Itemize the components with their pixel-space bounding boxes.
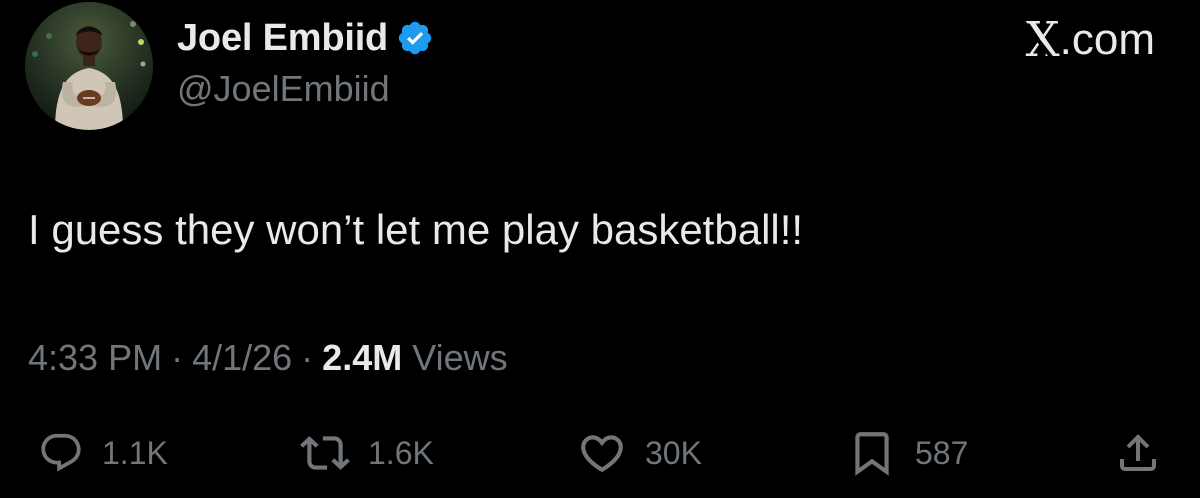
tweet-meta: 4:33 PM · 4/1/26 · 2.4M Views: [28, 337, 508, 379]
views-label: Views: [412, 337, 508, 378]
tweet-date[interactable]: 4/1/26: [192, 337, 292, 379]
like-count: 30K: [645, 434, 702, 471]
x-com-watermark: X .com: [1025, 12, 1155, 68]
reply-count: 1.1K: [102, 434, 168, 471]
meta-separator: ·: [171, 337, 184, 378]
like-button[interactable]: 30K: [577, 418, 702, 488]
author-display-name[interactable]: Joel Embiid: [177, 17, 388, 60]
reply-icon: [41, 433, 81, 472]
tweet-text: I guess they won’t let me play basketbal…: [28, 206, 804, 253]
bookmark-button[interactable]: 587: [847, 418, 968, 488]
tweet-time[interactable]: 4:33 PM: [28, 337, 162, 379]
repost-icon: [300, 436, 350, 470]
share-icon: [1120, 434, 1156, 471]
views-count: 2.4M: [322, 337, 403, 378]
repost-count: 1.6K: [368, 434, 434, 471]
action-bar: 1.1K 1.6K 30K 587: [0, 418, 1200, 488]
author-handle[interactable]: @JoelEmbiid: [177, 68, 390, 110]
repost-button[interactable]: 1.6K: [300, 418, 434, 488]
avatar[interactable]: [25, 2, 153, 130]
bookmark-count: 587: [915, 434, 969, 471]
bookmark-icon: [855, 432, 889, 476]
heart-icon: [581, 435, 623, 473]
brand-suffix: .com: [1059, 15, 1155, 64]
meta-separator: ·: [301, 337, 314, 378]
x-logo-icon: X: [1025, 12, 1060, 68]
reply-button[interactable]: 1.1K: [38, 418, 168, 488]
tweet-card: Joel Embiid @JoelEmbiid X .com I guess th…: [0, 0, 1200, 498]
verified-badge-icon[interactable]: [396, 19, 434, 57]
avatar-photo: [25, 2, 153, 130]
author-name-row[interactable]: Joel Embiid: [177, 16, 434, 60]
share-button[interactable]: [1114, 418, 1162, 488]
